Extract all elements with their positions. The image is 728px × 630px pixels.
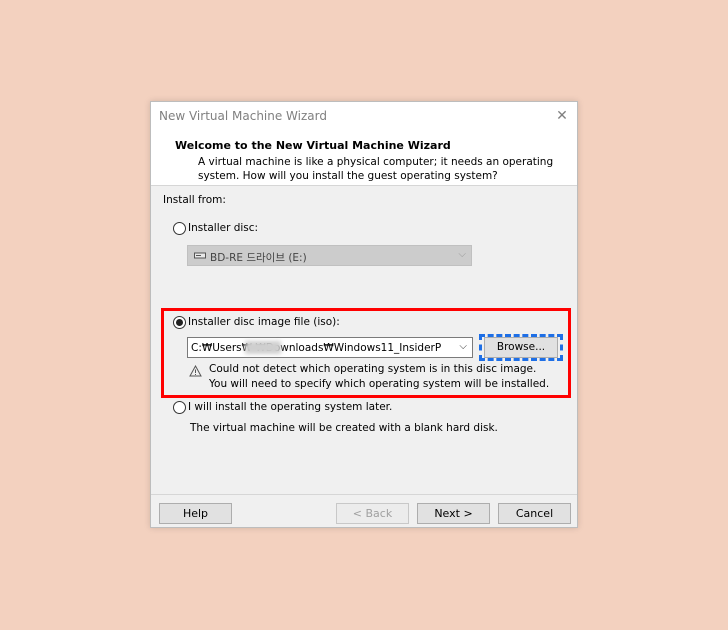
iso-path-value[interactable]: C:₩Users₩ ₩Downloads₩Windows11_InsiderP [191,342,453,354]
warning-line-2: You will need to specify which operating… [209,378,550,390]
footer-divider [151,494,577,495]
installer-disc-radio[interactable] [173,222,186,235]
title-bar: New Virtual Machine Wizard ✕ [151,102,577,130]
warning-line-1: Could not detect which operating system … [209,363,537,375]
install-later-label[interactable]: I will install the operating system late… [188,401,392,413]
installer-iso-label[interactable]: Installer disc image file (iso): [188,316,340,328]
wizard-header: Welcome to the New Virtual Machine Wizar… [151,130,577,186]
chevron-down-icon[interactable]: ⌵ [459,341,467,352]
browse-button[interactable]: Browse... [484,337,558,358]
cancel-button[interactable]: Cancel [498,503,571,524]
disc-drive-select: BD-RE 드라이브 (E:) ⌵ [187,245,472,266]
disc-drive-value: BD-RE 드라이브 (E:) [210,252,307,264]
installer-iso-radio[interactable] [173,316,186,329]
wizard-dialog: New Virtual Machine Wizard ✕ Welcome to … [150,101,578,528]
chevron-down-icon: ⌵ [458,249,466,260]
next-button[interactable]: Next > [417,503,490,524]
back-button[interactable]: < Back [336,503,409,524]
close-button[interactable]: ✕ [549,104,575,128]
header-description: A virtual machine is like a physical com… [198,156,554,182]
warning-icon [189,365,202,377]
redacted-username [245,341,281,354]
header-title: Welcome to the New Virtual Machine Wizar… [175,139,451,152]
install-later-description: The virtual machine will be created with… [190,422,498,434]
install-later-radio[interactable] [173,401,186,414]
disc-drive-icon [194,252,206,259]
window-title: New Virtual Machine Wizard [159,109,327,123]
close-icon: ✕ [556,108,568,124]
install-from-label: Install from: [163,194,226,206]
iso-path-combobox[interactable]: C:₩Users₩ ₩Downloads₩Windows11_InsiderP … [187,337,473,358]
help-button[interactable]: Help [159,503,232,524]
installer-disc-label[interactable]: Installer disc: [188,222,258,234]
